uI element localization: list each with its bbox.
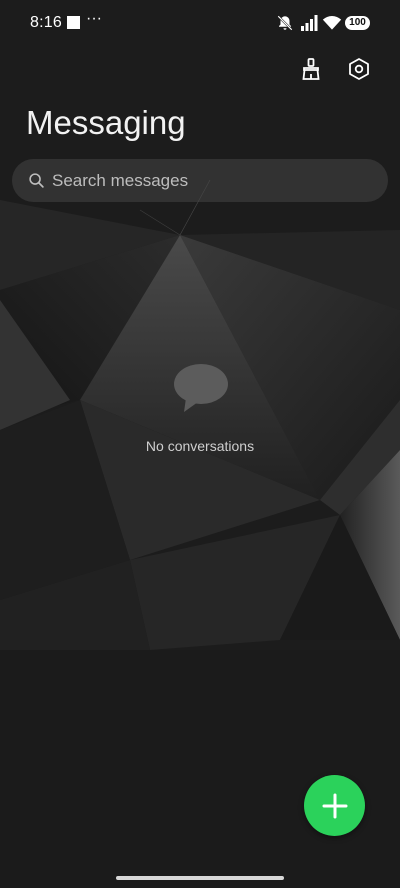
search-icon xyxy=(29,173,44,188)
plus-icon xyxy=(322,793,347,818)
settings-button[interactable] xyxy=(345,55,373,83)
search-input[interactable] xyxy=(52,159,372,202)
notification-square-icon xyxy=(67,16,80,29)
clean-brush-icon xyxy=(302,58,320,80)
clean-button[interactable] xyxy=(297,55,325,83)
home-indicator[interactable] xyxy=(116,876,284,880)
new-conversation-button[interactable] xyxy=(304,775,365,836)
status-bar: 8:16 ··· 100 xyxy=(0,0,400,48)
wifi-icon xyxy=(322,16,342,30)
signal-icon xyxy=(301,15,318,31)
battery-icon: 100 xyxy=(345,16,370,30)
more-notifications-icon: ··· xyxy=(86,10,102,27)
settings-icon xyxy=(349,58,369,80)
empty-state-message: No conversations xyxy=(145,438,255,454)
notifications-off-icon xyxy=(277,15,293,31)
status-time: 8:16 xyxy=(30,14,62,31)
page-title: Messaging xyxy=(26,104,186,141)
chat-bubble-icon xyxy=(174,364,228,412)
search-bar[interactable] xyxy=(12,159,388,202)
